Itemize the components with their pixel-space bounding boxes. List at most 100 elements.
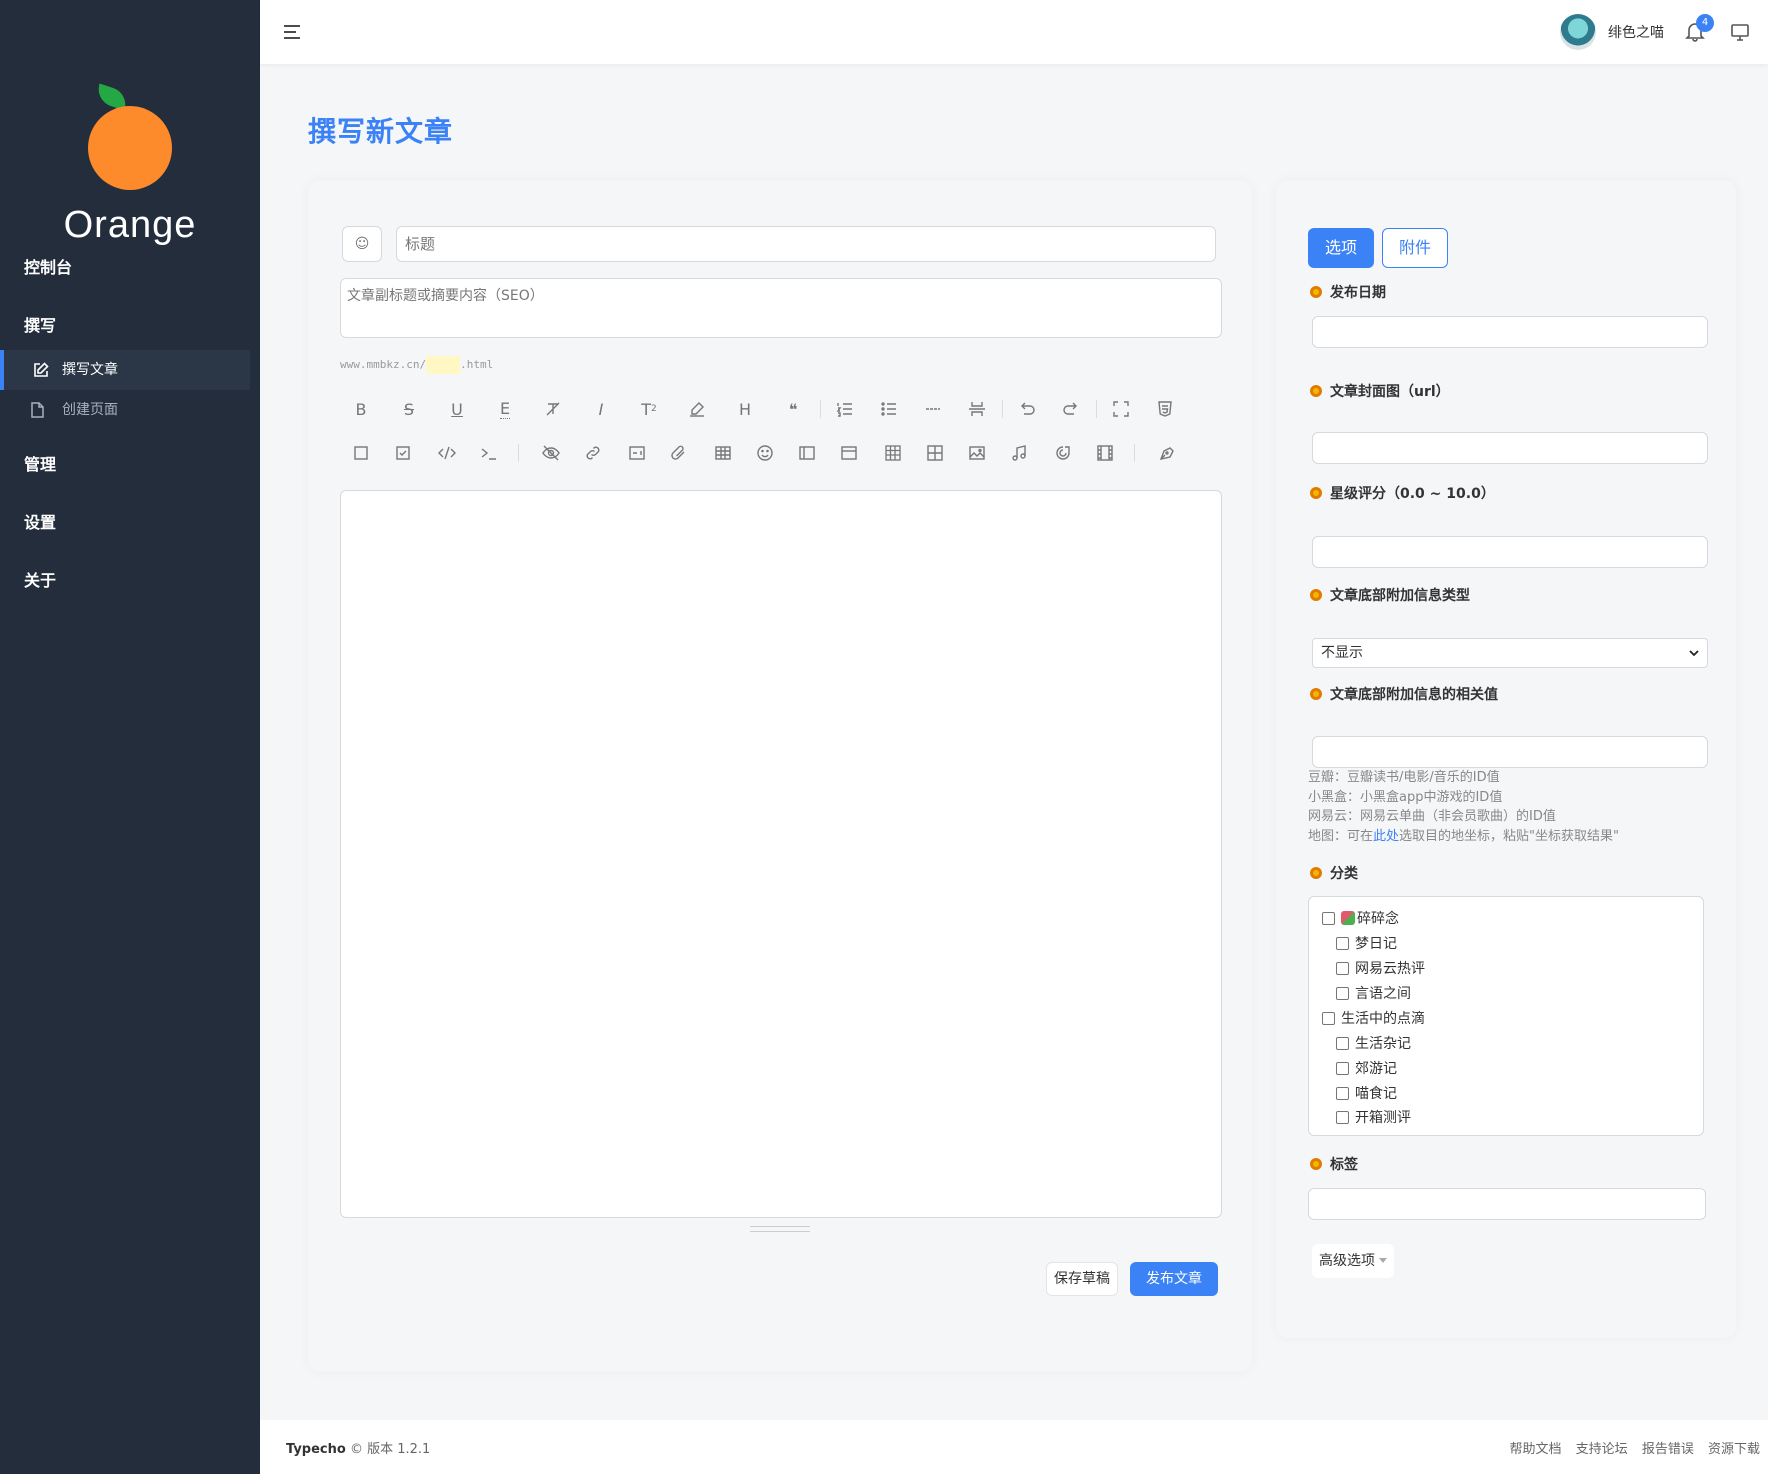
clear-format-icon[interactable]: [538, 394, 568, 424]
sidebar-item-write-post[interactable]: 撰写文章: [0, 350, 250, 390]
tab-options[interactable]: 选项: [1308, 228, 1374, 268]
photo-icon[interactable]: [962, 438, 992, 468]
product-name[interactable]: Typecho: [286, 1442, 346, 1457]
checkbox[interactable]: [1322, 1012, 1335, 1025]
refresh-spiral-icon[interactable]: [1048, 438, 1078, 468]
tab-attachments[interactable]: 附件: [1382, 228, 1448, 268]
title-input[interactable]: [396, 226, 1216, 262]
map-picker-link[interactable]: 此处: [1373, 829, 1399, 844]
toolbar-divider: [1134, 444, 1135, 462]
category-item[interactable]: 生活中的点滴: [1322, 1009, 1425, 1029]
footer-value-input[interactable]: [1312, 736, 1708, 768]
slug-input[interactable]: [426, 356, 461, 374]
checkbox[interactable]: [1336, 987, 1349, 1000]
category-item[interactable]: 喵食记: [1336, 1084, 1397, 1104]
text-dotted-icon[interactable]: E: [490, 394, 520, 424]
tags-label: 标签: [1310, 1154, 1358, 1174]
avatar[interactable]: [1560, 14, 1596, 50]
checkbox[interactable]: [1336, 1111, 1349, 1124]
checkbox[interactable]: [1336, 1062, 1349, 1075]
pen-icon[interactable]: [1152, 438, 1182, 468]
film-icon[interactable]: [1090, 438, 1120, 468]
help-xiaoheihe: 小黑盒：小黑盒app中游戏的ID值: [1308, 789, 1503, 805]
rating-input[interactable]: [1312, 536, 1708, 568]
quote-icon[interactable]: ❝: [778, 394, 808, 424]
tags-input[interactable]: [1308, 1188, 1706, 1220]
checkbox[interactable]: [1336, 1037, 1349, 1050]
brand-logo[interactable]: Orange: [0, 40, 260, 246]
category-list[interactable]: 碎碎念 梦日记 网易云热评 言语之间 生活中的点滴 生活杂记 郊游记 喵食记 开…: [1308, 896, 1704, 1136]
subtitle-input[interactable]: [340, 278, 1222, 338]
unordered-list-icon[interactable]: [874, 394, 904, 424]
attachment-icon[interactable]: [664, 438, 694, 468]
link-icon[interactable]: [578, 438, 608, 468]
checkbox-checked-icon[interactable]: [388, 438, 418, 468]
cover-url-input[interactable]: [1312, 432, 1708, 464]
category-item[interactable]: 开箱测评: [1336, 1108, 1411, 1128]
checkbox[interactable]: [1336, 937, 1349, 950]
html5-icon[interactable]: [1150, 394, 1180, 424]
category-label-text: 郊游记: [1355, 1061, 1397, 1077]
italic-icon[interactable]: I: [586, 394, 616, 424]
category-item[interactable]: 碎碎念: [1322, 909, 1399, 929]
nav-group-settings[interactable]: 设置: [0, 511, 260, 535]
sunflower-icon: [1310, 487, 1322, 499]
horizontal-rule-icon[interactable]: [918, 394, 948, 424]
ordered-list-icon[interactable]: [830, 394, 860, 424]
redo-icon[interactable]: [1056, 394, 1086, 424]
label-text: 文章底部附加信息类型: [1330, 588, 1470, 604]
heading-icon[interactable]: H: [730, 394, 760, 424]
terminal-icon[interactable]: [474, 438, 504, 468]
undo-icon[interactable]: [1012, 394, 1042, 424]
advanced-options-button[interactable]: 高级选项: [1312, 1244, 1394, 1278]
bold-icon[interactable]: B: [346, 394, 376, 424]
music-icon[interactable]: [1004, 438, 1034, 468]
emoji-button[interactable]: ☺: [342, 226, 382, 262]
category-item[interactable]: 言语之间: [1336, 984, 1411, 1004]
code-icon[interactable]: [432, 438, 462, 468]
emoji-icon[interactable]: [750, 438, 780, 468]
table-icon[interactable]: [708, 438, 738, 468]
category-label-text: 梦日记: [1355, 936, 1397, 952]
checkbox[interactable]: [1322, 912, 1335, 925]
gallery-icon[interactable]: [920, 438, 950, 468]
nav-group-manage[interactable]: 管理: [0, 453, 260, 477]
menu-icon[interactable]: [282, 22, 302, 42]
fullscreen-icon[interactable]: [1106, 394, 1136, 424]
nav-group-dashboard[interactable]: 控制台: [0, 256, 260, 280]
username[interactable]: 绯色之喵: [1608, 22, 1664, 42]
highlight-icon[interactable]: [682, 394, 712, 424]
sidebar-layout-icon[interactable]: [792, 438, 822, 468]
nav-group-write[interactable]: 撰写: [0, 314, 260, 338]
footer-link-download[interactable]: 资源下载: [1708, 1442, 1760, 1457]
strikethrough-icon[interactable]: S: [394, 394, 424, 424]
footer-link-help[interactable]: 帮助文档: [1510, 1442, 1562, 1457]
checkbox-empty-icon[interactable]: [346, 438, 376, 468]
editor-resize-handle[interactable]: [750, 1226, 810, 1232]
hide-content-icon[interactable]: [536, 438, 566, 468]
underline-icon[interactable]: U: [442, 394, 472, 424]
footer-link-forum[interactable]: 支持论坛: [1576, 1442, 1628, 1457]
footer-type-select[interactable]: 不显示: [1312, 638, 1708, 668]
advanced-label: 高级选项: [1319, 1253, 1375, 1269]
save-draft-button[interactable]: 保存草稿: [1046, 1262, 1118, 1296]
card-layout-icon[interactable]: [834, 438, 864, 468]
footer-type-label: 文章底部附加信息类型: [1310, 585, 1470, 605]
monitor-icon[interactable]: [1730, 22, 1750, 42]
checkbox[interactable]: [1336, 1087, 1349, 1100]
nav-group-about[interactable]: 关于: [0, 569, 260, 593]
publish-date-input[interactable]: [1312, 316, 1708, 348]
sidebar-item-create-page[interactable]: 创建页面: [0, 390, 250, 430]
category-item[interactable]: 梦日记: [1336, 934, 1397, 954]
content-editor[interactable]: [340, 490, 1222, 1218]
category-item[interactable]: 网易云热评: [1336, 959, 1425, 979]
category-item[interactable]: 郊游记: [1336, 1059, 1397, 1079]
publish-button[interactable]: 发布文章: [1130, 1262, 1218, 1296]
footer-link-report[interactable]: 报告错误: [1642, 1442, 1694, 1457]
grid-icon[interactable]: [878, 438, 908, 468]
page-break-icon[interactable]: [962, 394, 992, 424]
embed-icon[interactable]: [622, 438, 652, 468]
category-item[interactable]: 生活杂记: [1336, 1034, 1411, 1054]
checkbox[interactable]: [1336, 962, 1349, 975]
superscript-icon[interactable]: T2: [634, 394, 664, 424]
